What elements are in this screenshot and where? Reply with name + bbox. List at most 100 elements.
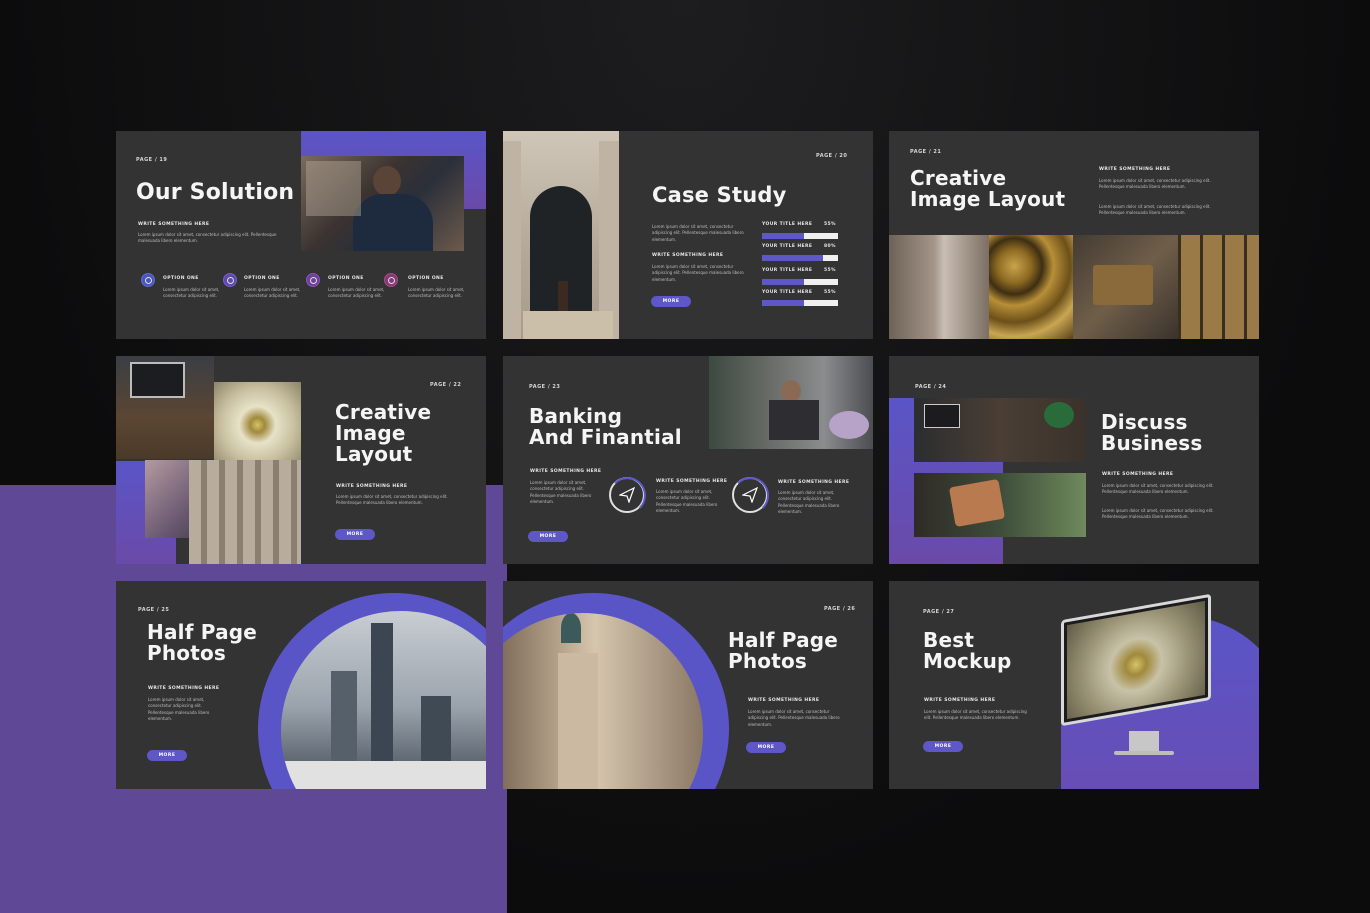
slide-body: Lorem ipsum dolor sit amet, consectetur … [748,709,840,727]
person-body [353,194,433,251]
photo-coins [989,235,1073,339]
progress-bar [762,233,838,239]
monitor-stand [1129,731,1159,753]
photo-businessman [301,156,464,251]
page-number: PAGE / 23 [529,384,561,390]
photo-laptop-desk [914,398,1086,462]
page-number: PAGE / 25 [138,607,170,613]
send-icon [608,476,646,514]
column-right [599,141,619,339]
slide-subtitle: WRITE SOMETHING HERE [924,698,996,703]
bar-label: YOUR TITLE HERE [762,244,813,249]
progress-fill [762,233,804,239]
slide-body: Lorem ipsum dolor sit amet, consectetur … [1099,204,1211,216]
person-head [373,166,401,196]
title-line: Discuss [1101,410,1188,434]
column-body: Lorem ipsum dolor sit amet, consectetur … [656,489,718,514]
slide-subtitle: WRITE SOMETHING HERE [1102,472,1174,477]
more-button[interactable]: MORE [651,296,691,307]
more-button[interactable]: MORE [528,531,568,542]
page-number: PAGE / 22 [430,382,462,388]
option-label: OPTION ONE [163,276,199,281]
person-head [781,380,801,402]
slide-case-study[interactable]: PAGE / 20 Case Study Lorem ipsum dolor s… [503,131,873,339]
option-text: Lorem ipsum dolor sit amet, consectetur … [328,287,385,299]
slide-body: Lorem ipsum dolor sit amet, consectetur … [1099,178,1211,190]
progress-fill [762,255,823,261]
more-button[interactable]: MORE [923,741,963,752]
title-line: Banking [529,404,623,428]
option-text: Lorem ipsum dolor sit amet, consectetur … [163,287,220,299]
photo-compass [214,382,301,460]
monitor [130,362,185,398]
title-line: Mockup [923,649,1012,673]
slide-our-solution[interactable]: PAGE / 19 Our Solution WRITE SOMETHING H… [116,131,486,339]
slide-half-page-photos-1[interactable]: PAGE / 25 Half Page Photos WRITE SOMETHI… [116,581,486,789]
monitor-screen [1067,600,1205,720]
slide-creative-image-layout-2[interactable]: PAGE / 22 Creative Image Layout WRITE SO… [116,356,486,564]
option-check-icon [306,273,320,287]
bar-label: YOUR TITLE HERE [762,268,813,273]
progress-bar [762,300,838,306]
photo-man-desk [709,356,873,449]
slide-creative-image-layout-1[interactable]: PAGE / 21 Creative Image Layout WRITE SO… [889,131,1259,339]
slide-half-page-photos-2[interactable]: PAGE / 26 Half Page Photos WRITE SOMETHI… [503,581,873,789]
page-number: PAGE / 26 [824,606,856,612]
photo-lock-card [1073,235,1178,339]
title-line: Image Layout [910,187,1066,211]
slide-body: Lorem ipsum dolor sit amet, consectetur … [924,709,1027,721]
title-line: Best [923,628,975,652]
page-number: PAGE / 19 [136,157,168,163]
progress-bar [762,255,838,261]
more-button[interactable]: MORE [746,742,786,753]
background-people [306,161,361,216]
page-number: PAGE / 21 [910,149,942,155]
bar-label: YOUR TITLE HERE [762,290,813,295]
more-button[interactable]: MORE [147,750,187,761]
slide-banking[interactable]: PAGE / 23 Banking And Finantial WRITE SO… [503,356,873,564]
progress-fill [762,300,804,306]
photo-street [889,235,989,339]
slide-subtitle: WRITE SOMETHING HERE [336,484,408,489]
slide-title: Best Mockup [923,630,1012,672]
title-line: Half Page [147,620,258,644]
slide-title: Half Page Photos [147,622,257,664]
photo-columns [189,460,301,564]
title-line: Photos [728,649,808,673]
laptop [924,404,960,428]
title-line: Layout [335,442,413,466]
option-label: OPTION ONE [408,276,444,281]
slide-body: Lorem ipsum dolor sit amet, consectetur … [336,494,448,506]
option-text: Lorem ipsum dolor sit amet, consectetur … [408,287,465,299]
steps [523,311,613,339]
slide-discuss-business[interactable]: PAGE / 24 Discuss Business WRITE SOMETHI… [889,356,1259,564]
person-body [769,400,819,440]
title-line: Business [1101,431,1203,455]
slide-title: Half Page Photos [728,630,838,672]
slide-body: Lorem ipsum dolor sit amet, consectetur … [1102,508,1214,520]
column-title: WRITE SOMETHING HERE [778,480,850,485]
page-number: PAGE / 20 [816,153,848,159]
slide-best-mockup[interactable]: PAGE / 27 Best Mockup WRITE SOMETHING HE… [889,581,1259,789]
title-line: Half Page [728,628,839,652]
building [558,653,598,789]
more-button[interactable]: MORE [335,529,375,540]
column-title: WRITE SOMETHING HERE [656,479,728,484]
progress-fill [762,279,804,285]
bar-value: 80% [824,244,836,249]
title-line: Creative [335,400,432,424]
title-line: Image [335,421,406,445]
wallet [948,478,1006,528]
slide-body: Lorem ipsum dolor sit amet, consectetur … [652,264,744,282]
option-check-icon [141,273,155,287]
send-icon [731,476,769,514]
slide-title: Our Solution [136,180,295,205]
skyscraper [371,623,393,783]
progress-bar [762,279,838,285]
slide-title: Discuss Business [1101,412,1202,454]
slide-body: Lorem ipsum dolor sit amet, consectetur … [530,480,592,505]
photo-safe-boxes [1178,235,1259,339]
slide-title: Banking And Finantial [529,406,682,448]
slide-subtitle: WRITE SOMETHING HERE [748,698,820,703]
flowers [829,411,869,439]
